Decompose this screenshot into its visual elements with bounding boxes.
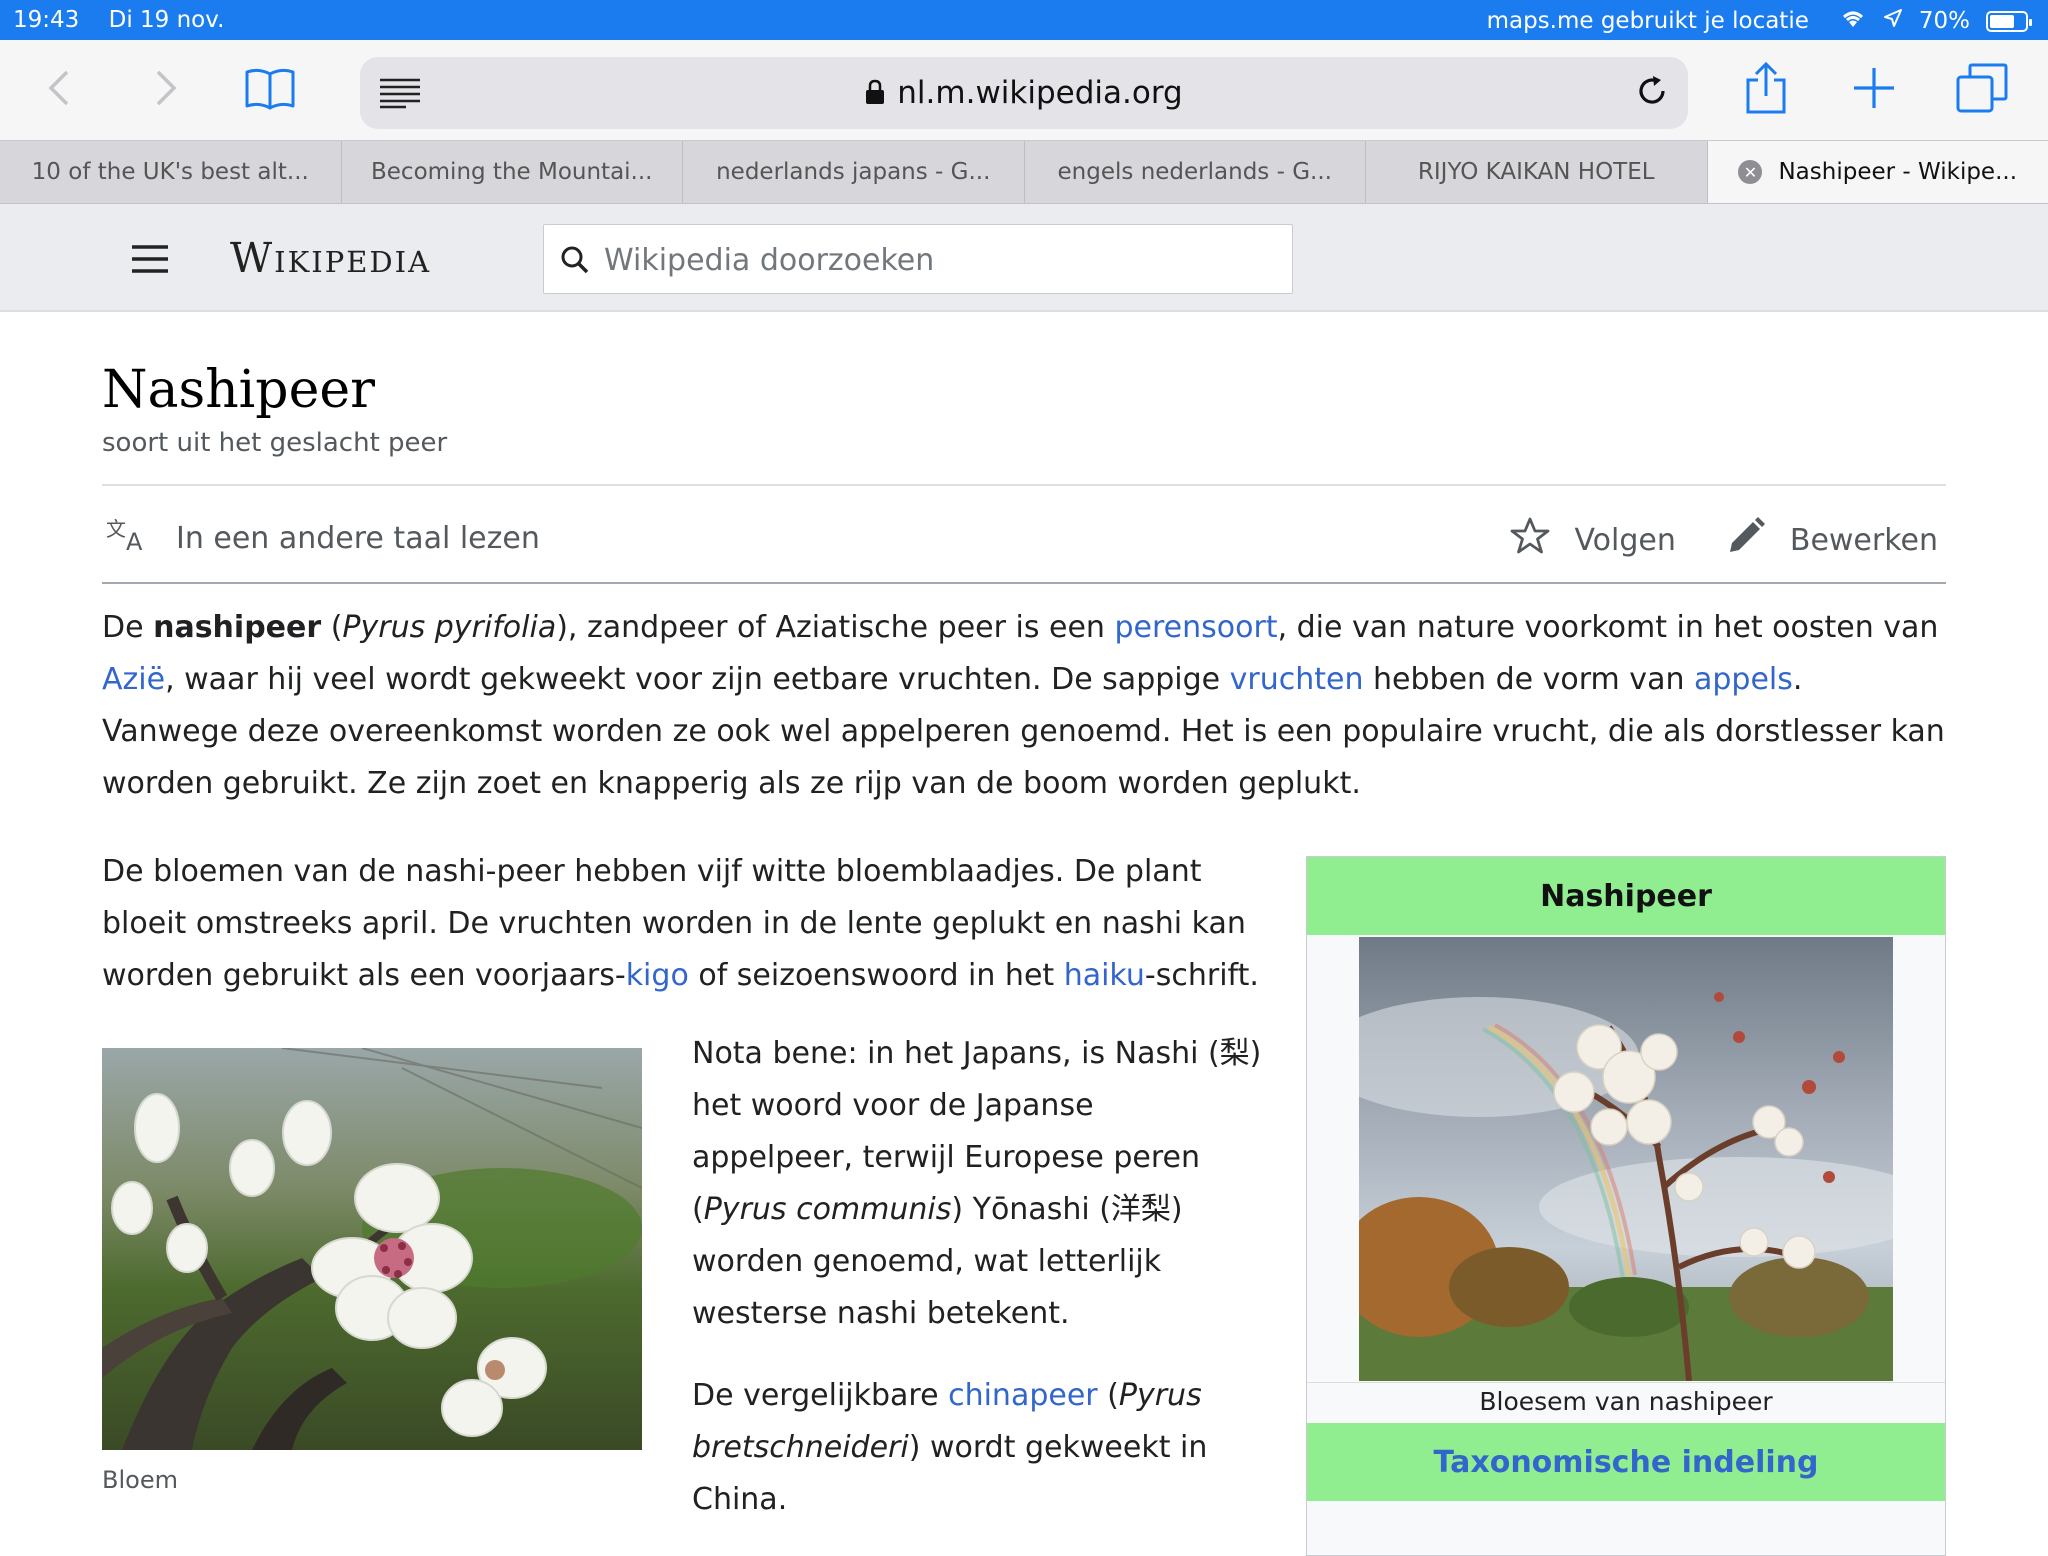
italic-term: Pyrus pyrifolia [342,610,556,645]
reload-icon[interactable] [1634,73,1670,113]
taxonomy-header[interactable]: Taxonomische indeling [1307,1423,1945,1501]
location-notice[interactable]: maps.me gebruikt je locatie [1487,8,1809,34]
tab-label: RIJYO KAIKAN HOTEL [1418,159,1655,185]
star-icon[interactable] [1510,517,1550,563]
tab-item[interactable]: Becoming the Mountai... [342,141,684,203]
battery-percentage: 70% [1919,8,1970,34]
svg-text:文: 文 [106,517,126,541]
tab-label: Nashipeer - Wikipe... [1778,159,2017,185]
translate-icon: 文A [106,516,150,560]
italic-term: Pyrus communis [704,1192,952,1227]
page-actions: 文A In een andere taal lezen Volgen Bewer… [102,486,1946,586]
paragraph-intro: De nashipeer (Pyrus pyrifolia), zandpeer… [102,602,1946,810]
paragraph-chinapeer: De vergelijkbare chinapeer (Pyrus bretsc… [692,1370,1262,1526]
url-domain: nl.m.wikipedia.org [897,75,1182,111]
tab-item[interactable]: RIJYO KAIKAN HOTEL [1366,141,1708,203]
link-kigo[interactable]: kigo [626,958,689,993]
close-tab-icon[interactable]: ✕ [1738,160,1762,184]
tab-active[interactable]: ✕ Nashipeer - Wikipe... [1708,141,2048,203]
tab-label: 10 of the UK's best alt... [32,159,309,185]
tab-label: nederlands japans - G... [716,159,990,185]
wiki-header: Wikipedia Wikipedia doorzoeken [0,204,2048,312]
language-button[interactable]: 文A In een andere taal lezen [106,516,540,560]
page-title: Nashipeer [102,360,375,420]
search-input[interactable]: Wikipedia doorzoeken [543,224,1293,294]
tab-label: Becoming the Mountai... [371,159,653,185]
battery-icon [1986,11,2028,32]
follow-button[interactable]: Volgen [1574,523,1675,558]
link-appels[interactable]: appels [1694,662,1793,697]
wikipedia-logo[interactable]: Wikipedia [230,234,431,282]
wifi-icon [1839,7,1867,35]
page-subtitle: soort uit het geslacht peer [102,428,447,458]
location-arrow-icon [1883,8,1903,34]
new-tab-icon[interactable] [1844,58,1904,118]
svg-text:A: A [126,528,143,552]
menu-icon[interactable] [130,244,170,278]
bold-term: nashipeer [153,610,321,645]
figure-caption: Bloem [102,1466,178,1494]
divider [102,582,1946,584]
tabs-overview-icon[interactable] [1952,58,2012,118]
flower-image[interactable] [102,1048,642,1450]
tab-item[interactable]: nederlands japans - G... [683,141,1025,203]
infobox-caption: Bloesem van nashipeer [1307,1387,1945,1416]
tab-item[interactable]: 10 of the UK's best alt... [0,141,342,203]
link-perensoort[interactable]: perensoort [1114,610,1277,645]
divider [1307,1382,1945,1383]
forward-icon[interactable] [135,58,195,118]
bookmarks-icon[interactable] [240,58,300,118]
paragraph-flowers: De bloemen van de nashi-peer hebben vijf… [102,846,1262,1002]
status-bar: 19:43 Di 19 nov. maps.me gebruikt je loc… [0,0,2048,40]
lock-icon [865,77,885,113]
status-date: Di 19 nov. [109,7,225,33]
link-vruchten[interactable]: vruchten [1230,662,1364,697]
tab-bar: 10 of the UK's best alt... Becoming the … [0,140,2048,204]
paragraph-nota-bene: Nota bene: in het Japans, is Nashi (梨) h… [692,1028,1262,1340]
search-icon [560,245,590,279]
link-chinapeer[interactable]: chinapeer [948,1378,1098,1413]
infobox: Nashipeer [1306,856,1946,1556]
link-azie[interactable]: Azië [102,662,165,697]
edit-button[interactable]: Bewerken [1790,523,1938,558]
search-placeholder: Wikipedia doorzoeken [604,243,934,278]
language-label: In een andere taal lezen [176,521,540,556]
blossom-image[interactable] [1359,937,1893,1381]
tab-item[interactable]: engels nederlands - G... [1025,141,1367,203]
status-time: 19:43 [13,7,79,33]
pencil-icon[interactable] [1726,516,1766,564]
infobox-title: Nashipeer [1307,857,1945,935]
address-bar[interactable]: nl.m.wikipedia.org [360,57,1688,129]
share-icon[interactable] [1736,58,1796,118]
link-haiku[interactable]: haiku [1064,958,1145,993]
tab-label: engels nederlands - G... [1058,159,1332,185]
url-text: nl.m.wikipedia.org [360,75,1688,113]
back-icon[interactable] [30,58,90,118]
browser-toolbar: nl.m.wikipedia.org [0,40,2048,140]
